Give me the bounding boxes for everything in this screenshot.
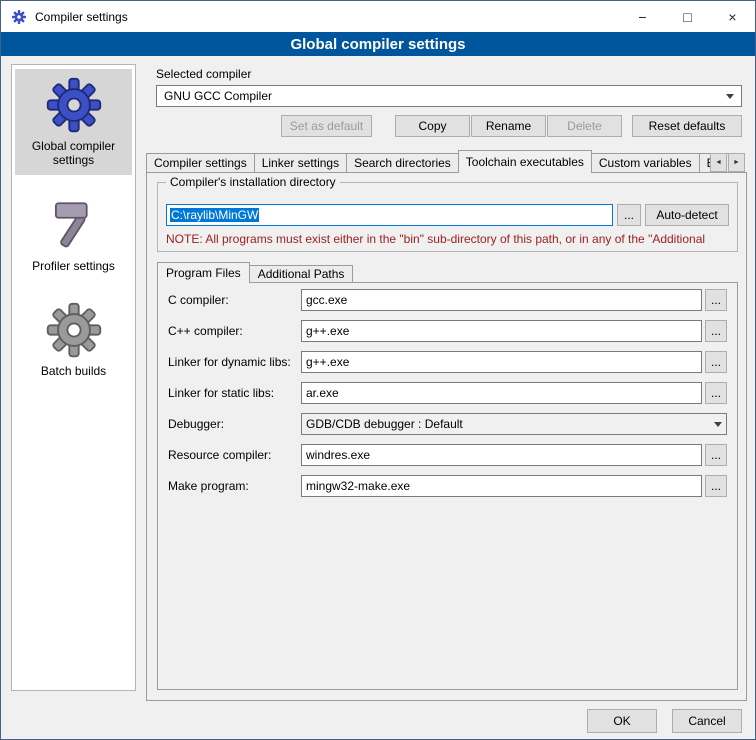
sidebar-item-label: Global compiler settings (17, 139, 130, 168)
ok-button[interactable]: OK (587, 709, 657, 733)
tab-scroll-right-button[interactable]: ► (728, 153, 745, 172)
field-row-resource-compiler: Resource compiler: windres.exe ... (168, 444, 727, 466)
tab-linker-settings[interactable]: Linker settings (254, 153, 347, 173)
resource-compiler-browse-button[interactable]: ... (705, 444, 727, 466)
static-linker-input[interactable]: ar.exe (301, 382, 702, 404)
compiler-select-value: GNU GCC Compiler (164, 89, 272, 103)
program-files-panel: C compiler: gcc.exe ... C++ compiler: g+… (157, 282, 738, 690)
sidebar-item-profiler-settings[interactable]: Profiler settings (15, 189, 132, 280)
rename-button[interactable]: Rename (471, 115, 546, 137)
settings-category-list: Global compiler settings Profiler settin… (11, 64, 136, 691)
tab-additional-paths[interactable]: Additional Paths (249, 265, 354, 283)
field-row-c-compiler: C compiler: gcc.exe ... (168, 289, 727, 311)
c-compiler-input[interactable]: gcc.exe (301, 289, 702, 311)
cpp-compiler-input[interactable]: g++.exe (301, 320, 702, 342)
tab-scroll-controls: ◄ ► (710, 153, 745, 172)
installation-directory-group: Compiler's installation directory C:\ray… (157, 182, 738, 252)
window-title: Compiler settings (35, 10, 128, 24)
make-program-input[interactable]: mingw32-make.exe (301, 475, 702, 497)
static-linker-value: ar.exe (306, 386, 339, 400)
installation-directory-input[interactable]: C:\raylib\MinGW (166, 204, 613, 226)
tab-compiler-settings[interactable]: Compiler settings (146, 153, 255, 173)
cpp-compiler-value: g++.exe (306, 324, 349, 338)
c-compiler-value: gcc.exe (306, 293, 347, 307)
tab-program-files[interactable]: Program Files (157, 262, 250, 283)
debugger-select[interactable]: GDB/CDB debugger : Default (301, 413, 727, 435)
dynamic-linker-browse-button[interactable]: ... (705, 351, 727, 373)
gears-icon (43, 299, 105, 361)
tab-scroll-left-button[interactable]: ◄ (710, 153, 727, 172)
chevron-down-icon (714, 422, 722, 427)
tab-toolchain-executables[interactable]: Toolchain executables (458, 150, 592, 173)
executables-subtabs: Program Files Additional Paths (157, 262, 352, 283)
cpp-compiler-label: C++ compiler: (168, 324, 301, 338)
toolchain-fields: C compiler: gcc.exe ... C++ compiler: g+… (158, 283, 737, 497)
set-as-default-button: Set as default (281, 115, 372, 137)
installation-directory-selected-text: C:\raylib\MinGW (170, 208, 259, 222)
field-row-debugger: Debugger: GDB/CDB debugger : Default (168, 413, 727, 435)
compiler-select[interactable]: GNU GCC Compiler (156, 85, 742, 107)
make-program-value: mingw32-make.exe (306, 479, 410, 493)
app-icon (10, 8, 28, 26)
resource-compiler-value: windres.exe (306, 448, 370, 462)
chevron-down-icon (726, 94, 734, 99)
make-program-browse-button[interactable]: ... (705, 475, 727, 497)
debugger-select-value: GDB/CDB debugger : Default (306, 417, 463, 431)
auto-detect-button[interactable]: Auto-detect (645, 204, 729, 226)
maximize-button[interactable]: □ (665, 1, 710, 32)
installation-directory-row: C:\raylib\MinGW ... Auto-detect (166, 204, 729, 226)
dynamic-linker-label: Linker for dynamic libs: (168, 355, 301, 369)
static-linker-browse-button[interactable]: ... (705, 382, 727, 404)
reset-defaults-button[interactable]: Reset defaults (632, 115, 742, 137)
cpp-compiler-browse-button[interactable]: ... (705, 320, 727, 342)
field-row-cpp-compiler: C++ compiler: g++.exe ... (168, 320, 727, 342)
cancel-button[interactable]: Cancel (672, 709, 742, 733)
toolchain-executables-panel: Compiler's installation directory C:\ray… (146, 172, 747, 701)
make-program-label: Make program: (168, 479, 301, 493)
resource-compiler-input[interactable]: windres.exe (301, 444, 702, 466)
static-linker-label: Linker for static libs: (168, 386, 301, 400)
sidebar-item-global-compiler-settings[interactable]: Global compiler settings (15, 69, 132, 175)
delete-button: Delete (547, 115, 622, 137)
hammer-icon (43, 194, 105, 256)
minimize-button[interactable]: − (620, 1, 665, 32)
field-row-static-linker: Linker for static libs: ar.exe ... (168, 382, 727, 404)
c-compiler-browse-button[interactable]: ... (705, 289, 727, 311)
sidebar-item-label: Batch builds (41, 364, 106, 378)
dynamic-linker-input[interactable]: g++.exe (301, 351, 702, 373)
close-button[interactable]: × (710, 1, 755, 32)
note-text: NOTE: All programs must exist either in … (166, 232, 735, 246)
debugger-label: Debugger: (168, 417, 301, 431)
sidebar-item-label: Profiler settings (32, 259, 115, 273)
copy-button[interactable]: Copy (395, 115, 470, 137)
sidebar-item-batch-builds[interactable]: Batch builds (15, 294, 132, 385)
dynamic-linker-value: g++.exe (306, 355, 349, 369)
selected-compiler-label: Selected compiler (156, 67, 251, 81)
tab-custom-variables[interactable]: Custom variables (591, 153, 700, 173)
field-row-dynamic-linker: Linker for dynamic libs: g++.exe ... (168, 351, 727, 373)
installation-directory-group-title: Compiler's installation directory (166, 175, 340, 189)
titlebar[interactable]: Compiler settings − □ × (1, 1, 755, 32)
window-controls: − □ × (620, 1, 755, 32)
dialog-header-title: Global compiler settings (290, 36, 465, 53)
browse-directory-button[interactable]: ... (617, 204, 641, 226)
resource-compiler-label: Resource compiler: (168, 448, 301, 462)
gear-icon (43, 74, 105, 136)
tab-search-directories[interactable]: Search directories (346, 153, 459, 173)
dialog-header: Global compiler settings (1, 32, 755, 56)
c-compiler-label: C compiler: (168, 293, 301, 307)
compiler-settings-dialog: Compiler settings − □ × Global compiler … (0, 0, 756, 740)
settings-tabs: Compiler settings Linker settings Search… (146, 150, 747, 173)
field-row-make-program: Make program: mingw32-make.exe ... (168, 475, 727, 497)
